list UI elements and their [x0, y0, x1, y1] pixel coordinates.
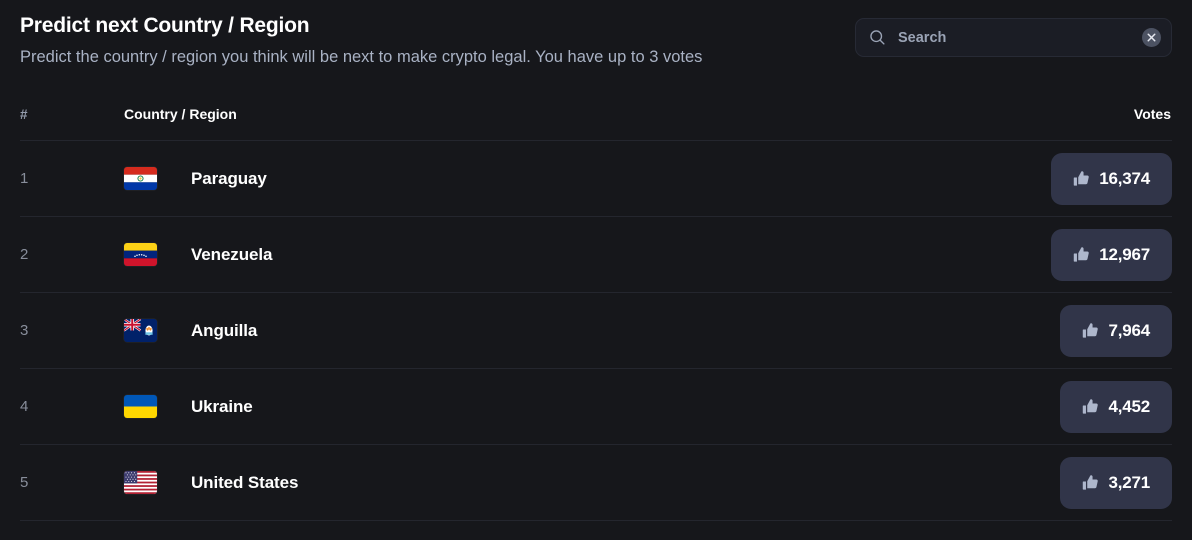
row-country-name: United States [191, 472, 299, 492]
row-country-cell: United States [124, 471, 1060, 494]
vote-button[interactable]: 3,271 [1060, 456, 1172, 509]
search-box[interactable] [855, 18, 1172, 57]
thumbs-up-icon [1073, 170, 1090, 187]
table-row[interactable]: 2 Venezuela 12,967 [20, 217, 1172, 293]
row-votes-cell: 7,964 [1060, 304, 1172, 357]
thumbs-up-icon [1082, 474, 1099, 491]
row-country-cell: Anguilla [124, 319, 1060, 342]
row-rank: 1 [20, 170, 29, 187]
page-header: Predict next Country / Region Predict th… [0, 0, 1192, 88]
row-rank: 5 [20, 474, 29, 491]
row-country-cell: Paraguay [124, 167, 1051, 190]
flag-united-states-icon [124, 471, 157, 494]
table-row[interactable]: 3 Anguilla 7,964 [20, 293, 1172, 369]
row-votes-cell: 16,374 [1051, 152, 1172, 205]
vote-button[interactable]: 16,374 [1051, 152, 1172, 205]
vote-button[interactable]: 12,967 [1051, 228, 1172, 281]
predict-country-page: Predict next Country / Region Predict th… [0, 0, 1192, 540]
vote-button[interactable]: 4,452 [1060, 380, 1172, 433]
row-rank: 3 [20, 322, 29, 339]
vote-count: 7,964 [1108, 320, 1150, 340]
flag-venezuela-icon [124, 243, 157, 266]
row-country-name: Anguilla [191, 320, 258, 340]
search-input[interactable] [886, 29, 1142, 46]
vote-count: 16,374 [1099, 168, 1150, 188]
table-header-row: # Country / Region Votes [20, 88, 1172, 141]
vote-count: 4,452 [1108, 396, 1150, 416]
column-header-name: Country / Region [124, 106, 237, 122]
row-votes-cell: 12,967 [1051, 228, 1172, 281]
row-country-name: Venezuela [191, 244, 273, 264]
vote-count: 12,967 [1099, 244, 1150, 264]
column-header-rank: # [20, 106, 28, 122]
row-votes-cell: 4,452 [1060, 380, 1172, 433]
thumbs-up-icon [1073, 246, 1090, 263]
row-votes-cell: 3,271 [1060, 456, 1172, 509]
column-header-votes: Votes [1133, 106, 1171, 122]
row-country-name: Ukraine [191, 396, 253, 416]
row-rank: 4 [20, 398, 29, 415]
vote-count: 3,271 [1108, 472, 1150, 492]
table-row[interactable]: 4 Ukraine 4,452 [20, 369, 1172, 445]
search-icon [869, 29, 886, 46]
flag-anguilla-icon [124, 319, 157, 342]
row-country-cell: Venezuela [124, 243, 1051, 266]
row-rank: 2 [20, 246, 29, 263]
thumbs-up-icon [1082, 322, 1099, 339]
row-country-name: Paraguay [191, 168, 267, 188]
flag-ukraine-icon [124, 395, 157, 418]
vote-button[interactable]: 7,964 [1060, 304, 1172, 357]
flag-paraguay-icon [124, 167, 157, 190]
row-country-cell: Ukraine [124, 395, 1060, 418]
leaderboard-table: # Country / Region Votes 1 Paraguay 16,3… [0, 88, 1192, 521]
table-row[interactable]: 5 United States 3,271 [20, 445, 1172, 521]
clear-search-button[interactable] [1142, 28, 1161, 47]
table-row[interactable]: 1 Paraguay 16,374 [20, 141, 1172, 217]
thumbs-up-icon [1082, 398, 1099, 415]
